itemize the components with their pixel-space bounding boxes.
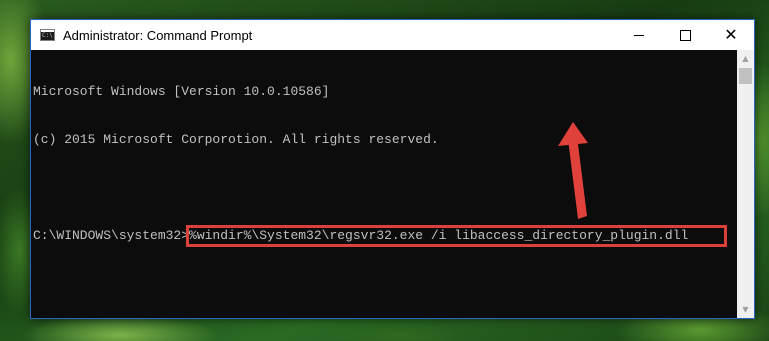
scroll-down-arrow-icon[interactable]: ▼ bbox=[737, 301, 754, 318]
vertical-scrollbar[interactable]: ▲ ▼ bbox=[737, 50, 754, 318]
red-arrow-annotation-icon bbox=[558, 122, 588, 219]
title-bar[interactable]: C:\ Administrator: Command Prompt ✕ bbox=[31, 20, 754, 50]
prompt-text: C:\WINDOWS\system32> bbox=[33, 228, 190, 243]
window-title: Administrator: Command Prompt bbox=[63, 27, 253, 43]
command-line[interactable]: C:\WINDOWS\system32>%windir%\System32\re… bbox=[33, 225, 737, 247]
close-icon: ✕ bbox=[724, 25, 738, 44]
console-output[interactable]: Microsoft Windows [Version 10.0.10586] (… bbox=[31, 50, 737, 318]
command-prompt-window[interactable]: C:\ Administrator: Command Prompt ✕ Micr… bbox=[30, 19, 755, 319]
arrow-shaft bbox=[568, 136, 587, 219]
minimize-button[interactable] bbox=[616, 20, 662, 50]
command-prompt-icon: C:\ bbox=[40, 29, 55, 41]
console-line: Microsoft Windows [Version 10.0.10586] bbox=[33, 84, 330, 99]
scroll-up-arrow-icon[interactable]: ▲ bbox=[737, 50, 754, 67]
minimize-icon bbox=[634, 34, 644, 36]
icon-label: C:\ bbox=[42, 32, 53, 39]
highlighted-command[interactable]: %windir%\System32\regsvr32.exe /i libacc… bbox=[186, 225, 728, 247]
maximize-icon bbox=[679, 29, 691, 41]
maximize-button[interactable] bbox=[662, 20, 708, 50]
scroll-thumb[interactable] bbox=[739, 68, 752, 84]
close-button[interactable]: ✕ bbox=[708, 20, 754, 50]
console-line: (c) 2015 Microsoft Corporotion. All righ… bbox=[33, 132, 439, 147]
